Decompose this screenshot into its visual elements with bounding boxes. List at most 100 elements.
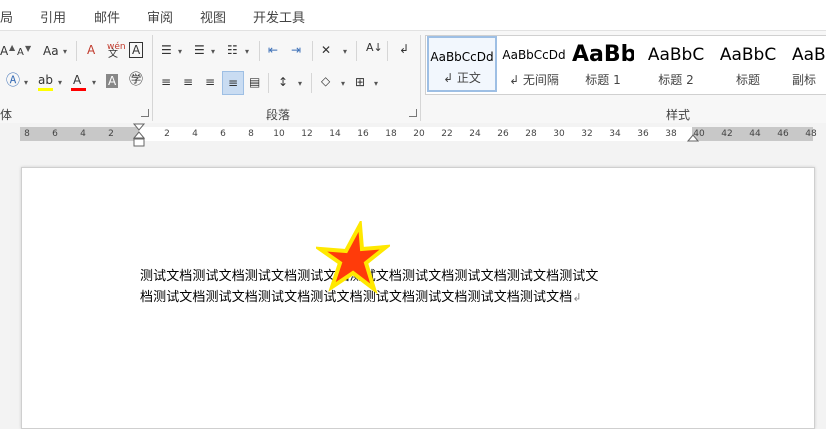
ruler-tick: 22 — [441, 129, 453, 139]
highlight-icon[interactable]: ab — [38, 73, 53, 87]
numbering-icon[interactable]: ☰ — [194, 43, 205, 57]
distributed-icon[interactable]: ▤ — [249, 75, 260, 89]
ribbon: A ▲ A ▼ Aa ▾ A wén 文 A Ⓐ ▾ ab ▾ A ▾ A ㊫ … — [0, 30, 826, 125]
horizontal-ruler[interactable]: 8 6 4 2 2 4 6 8 10 12 14 16 18 20 22 24 … — [0, 123, 826, 149]
justify-icon[interactable]: ≡ — [222, 71, 244, 95]
font-group-label: 体 — [0, 108, 13, 122]
style-title[interactable]: AaBbC 标题 — [714, 36, 782, 92]
enclose-char-icon[interactable]: ㊫ — [129, 73, 143, 87]
ruler-tick: 20 — [413, 129, 425, 139]
indent-marker[interactable] — [133, 123, 145, 149]
chevron-down-icon[interactable]: ▾ — [178, 47, 182, 56]
ruler-tick: 4 — [192, 129, 198, 139]
ruler-tick: 46 — [777, 129, 789, 139]
style-name: 标题 1 — [585, 73, 621, 87]
style-normal[interactable]: AaBbCcDd ↲ 正文 — [427, 36, 497, 92]
font-color-icon[interactable]: A — [73, 73, 81, 87]
asian-layout-icon[interactable]: ✕ — [321, 43, 331, 57]
style-sample: AaBbCcDd — [430, 50, 494, 64]
ruler-tick: 28 — [525, 129, 537, 139]
shading-icon[interactable]: ◇ — [321, 74, 330, 88]
increase-indent-icon[interactable]: ⇥ — [291, 43, 301, 57]
chevron-down-icon[interactable]: ▾ — [92, 78, 96, 87]
multilevel-list-icon[interactable]: ☷ — [227, 43, 238, 57]
style-name: 标题 2 — [658, 73, 694, 87]
divider — [76, 41, 77, 61]
pinyin-char-icon: 文 — [108, 49, 118, 60]
ruler-tick: 6 — [52, 129, 58, 139]
tab-review[interactable]: 审阅 — [147, 7, 173, 26]
chevron-down-icon[interactable]: ▾ — [245, 47, 249, 56]
menu-bar: 局 引用 邮件 审阅 视图 开发工具 — [0, 0, 826, 30]
style-heading-2[interactable]: AaBbC 标题 2 — [642, 36, 710, 92]
ruler-tick: 10 — [273, 129, 285, 139]
style-sample: AaBb — [572, 42, 634, 67]
ruler-tick: 24 — [469, 129, 481, 139]
divider — [152, 35, 153, 121]
align-center-icon[interactable]: ≡ — [183, 75, 193, 89]
tab-layout[interactable]: 局 — [0, 7, 13, 26]
ruler-tick: 16 — [357, 129, 369, 139]
tab-view[interactable]: 视图 — [200, 7, 226, 26]
divider — [420, 35, 421, 121]
align-right-icon[interactable]: ≡ — [205, 75, 215, 89]
ruler-tick: 12 — [301, 129, 313, 139]
paragraph-dialog-launcher[interactable] — [409, 109, 417, 117]
text-effects-icon[interactable]: Ⓐ — [6, 74, 20, 88]
document-page[interactable]: 测试文档测试文档测试文档测试文档测试文档测试文档测试文档测试文档测试文 档测试文… — [21, 167, 815, 429]
borders-icon[interactable]: ⊞ — [355, 75, 365, 89]
ruler-tick: 48 — [805, 129, 817, 139]
bullets-icon[interactable]: ☰ — [161, 43, 172, 57]
style-name: 副标 — [792, 73, 817, 87]
line-spacing-icon[interactable]: ↕ — [278, 75, 288, 89]
star-shape[interactable] — [316, 221, 390, 295]
tab-mailings[interactable]: 邮件 — [94, 7, 120, 26]
caret-up-icon: ▲ — [9, 43, 16, 52]
chevron-down-icon[interactable]: ▾ — [63, 47, 67, 56]
divider — [268, 73, 269, 93]
chevron-down-icon[interactable]: ▾ — [24, 78, 28, 87]
sort-icon[interactable]: A↓ — [366, 41, 383, 55]
style-sample: AaB — [792, 45, 826, 65]
chevron-down-icon[interactable]: ▾ — [211, 47, 215, 56]
ruler-tick: 18 — [385, 129, 397, 139]
ruler-tick: 6 — [220, 129, 226, 139]
chevron-down-icon[interactable]: ▾ — [374, 79, 378, 88]
font-color-bar — [71, 88, 86, 91]
divider — [312, 41, 313, 61]
ruler-tick: 30 — [553, 129, 565, 139]
ruler-tick: 2 — [108, 129, 114, 139]
ruler-tick: 2 — [164, 129, 170, 139]
style-no-spacing[interactable]: AaBbCcDd ↲ 无间隔 — [500, 36, 568, 92]
chevron-down-icon[interactable]: ▾ — [298, 79, 302, 88]
ruler-tick: 8 — [248, 129, 254, 139]
char-shading-button[interactable]: A — [106, 74, 119, 88]
style-subtitle[interactable]: AaB 副标 — [786, 36, 826, 92]
decrease-indent-icon[interactable]: ⇤ — [268, 43, 278, 57]
change-case-button[interactable]: Aa — [43, 44, 59, 58]
divider — [259, 41, 260, 61]
tab-references[interactable]: 引用 — [40, 7, 66, 26]
ruler-tick: 38 — [665, 129, 677, 139]
ruler-tick: 44 — [749, 129, 761, 139]
grow-font-icon[interactable]: A — [0, 44, 8, 58]
highlight-color-bar — [38, 88, 53, 91]
align-left-icon[interactable]: ≡ — [161, 75, 171, 89]
clear-format-icon[interactable]: A — [87, 43, 95, 57]
style-sample: AaBbC — [647, 45, 705, 65]
tab-developer[interactable]: 开发工具 — [253, 7, 305, 26]
style-name: ↲ 正文 — [443, 71, 481, 85]
ruler-tick: 4 — [80, 129, 86, 139]
divider — [356, 41, 357, 61]
style-heading-1[interactable]: AaBb 标题 1 — [572, 36, 634, 92]
chevron-down-icon[interactable]: ▾ — [341, 79, 345, 88]
style-sample: AaBbCcDd — [502, 48, 566, 62]
right-indent-marker[interactable] — [687, 131, 699, 143]
paragraph-mark-icon[interactable]: ↲ — [399, 42, 409, 56]
shrink-font-button[interactable]: A — [17, 46, 24, 60]
chevron-down-icon[interactable]: ▾ — [58, 78, 62, 87]
ruler-tick: 8 — [24, 129, 30, 139]
char-border-button[interactable]: A — [129, 42, 144, 58]
font-dialog-launcher[interactable] — [141, 109, 149, 117]
chevron-down-icon[interactable]: ▾ — [343, 47, 347, 56]
